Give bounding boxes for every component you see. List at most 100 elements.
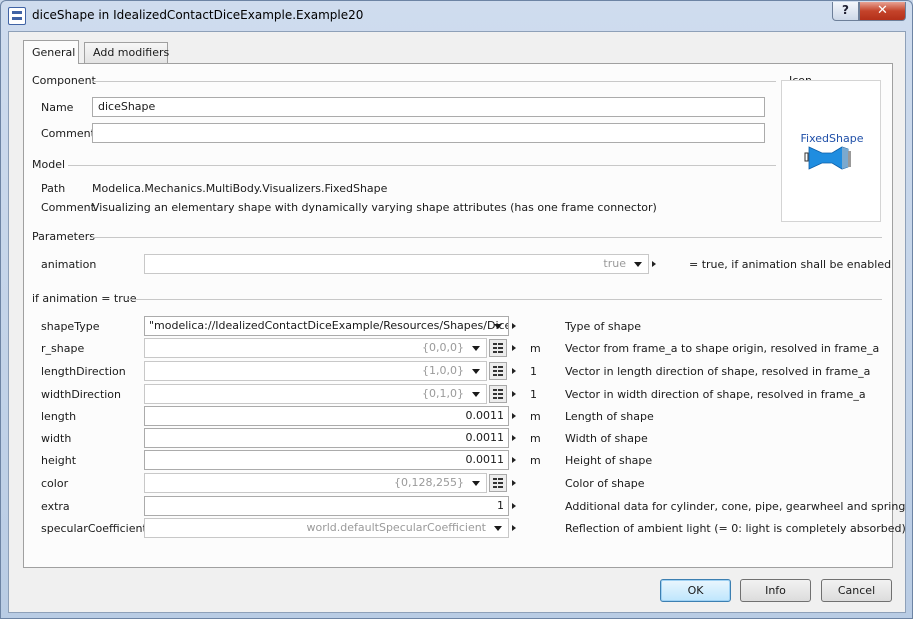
height-value: 0.0011 [465, 453, 505, 466]
param-desc-height: Height of shape [565, 454, 653, 467]
parameters-divider [92, 237, 882, 238]
chevron-down-icon [634, 262, 642, 267]
animation-group-divider [128, 299, 882, 300]
model-comment-value: Visualizing an elementary shape with dyn… [92, 201, 657, 214]
widthDirection-combo[interactable]: {0,1,0} [144, 384, 487, 404]
chevron-down-icon [472, 392, 480, 397]
comment-field[interactable] [92, 123, 765, 143]
param-name-r_shape: r_shape [41, 342, 85, 355]
param-desc-r_shape: Vector from frame_a to shape origin, res… [565, 342, 880, 355]
length-value: 0.0011 [465, 409, 505, 422]
lengthDirection-value: {1,0,0} [422, 364, 464, 377]
parameters-section-label: Parameters [32, 230, 95, 243]
icon-preview: FixedShape [781, 80, 881, 222]
animation-value: true [603, 257, 626, 270]
model-section-label: Model [32, 158, 66, 171]
param-desc-lengthDirection: Vector in length direction of shape, res… [565, 365, 871, 378]
name-label: Name [41, 101, 74, 114]
specularCoefficient-value: world.defaultSpecularCoefficient [306, 521, 486, 534]
color-combo[interactable]: {0,128,255} [144, 473, 487, 493]
specularCoefficient-menu-arrow-icon[interactable] [512, 525, 516, 531]
param-name-extra: extra [41, 500, 70, 513]
r_shape-menu-arrow-icon[interactable] [512, 345, 516, 351]
width-value: 0.0011 [465, 431, 505, 444]
shapeType-menu-arrow-icon[interactable] [512, 323, 516, 329]
param-name-width: width [41, 432, 72, 445]
param-desc-width: Width of shape [565, 432, 648, 445]
length-field[interactable]: 0.0011 [144, 406, 509, 426]
width-menu-arrow-icon[interactable] [512, 435, 516, 441]
ok-button[interactable]: OK [660, 579, 731, 602]
color-menu-arrow-icon[interactable] [512, 480, 516, 486]
param-desc-animation: = true, if animation shall be enabled [689, 258, 892, 271]
param-desc-widthDirection: Vector in width direction of shape, reso… [565, 388, 866, 401]
close-button[interactable]: ✕ [859, 2, 906, 21]
title-bar[interactable]: diceShape in IdealizedContactDiceExample… [1, 1, 912, 31]
lengthDirection-unit: 1 [530, 365, 537, 378]
info-button[interactable]: Info [740, 579, 811, 602]
chevron-down-icon [472, 481, 480, 486]
param-name-animation: animation [41, 258, 97, 271]
color-matrix-icon[interactable] [489, 474, 507, 492]
path-value: Modelica.Mechanics.MultiBody.Visualizers… [92, 182, 388, 195]
animation-combo[interactable]: true [144, 254, 649, 274]
dialog-window: diceShape in IdealizedContactDiceExample… [0, 0, 913, 619]
tab-general[interactable]: General [23, 40, 79, 64]
param-name-lengthDirection: lengthDirection [41, 365, 126, 378]
help-button[interactable]: ? [832, 2, 859, 21]
lengthDirection-menu-arrow-icon[interactable] [512, 368, 516, 374]
param-name-length: length [41, 410, 77, 423]
r_shape-matrix-icon[interactable] [489, 339, 507, 357]
extra-value: 1 [497, 499, 504, 512]
param-name-height: height [41, 454, 77, 467]
path-label: Path [41, 182, 66, 195]
app-icon [8, 7, 26, 25]
tab-add-modifiers[interactable]: Add modifiers [84, 42, 169, 63]
param-name-color: color [41, 477, 69, 490]
fixed-shape-icon [804, 146, 851, 170]
shapeType-combo[interactable]: "modelica://IdealizedContactDiceExample/… [144, 316, 509, 336]
shapeType-value: "modelica://IdealizedContactDiceExample/… [149, 319, 509, 332]
width-unit: m [530, 432, 541, 445]
color-value: {0,128,255} [394, 476, 464, 489]
r_shape-unit: m [530, 342, 541, 355]
model-comment-label: Comment [41, 201, 95, 214]
comment-label: Comment [41, 127, 95, 140]
animation-group-label: if animation = true [32, 292, 137, 305]
specularCoefficient-combo[interactable]: world.defaultSpecularCoefficient [144, 518, 509, 538]
animation-menu-arrow-icon[interactable] [652, 261, 656, 267]
lengthDirection-matrix-icon[interactable] [489, 362, 507, 380]
height-field[interactable]: 0.0011 [144, 450, 509, 470]
chevron-down-icon [494, 324, 502, 329]
widthDirection-value: {0,1,0} [422, 387, 464, 400]
param-name-shapeType: shapeType [41, 320, 100, 333]
lengthDirection-combo[interactable]: {1,0,0} [144, 361, 487, 381]
r_shape-combo[interactable]: {0,0,0} [144, 338, 487, 358]
widthDirection-unit: 1 [530, 388, 537, 401]
param-name-widthDirection: widthDirection [41, 388, 122, 401]
r_shape-value: {0,0,0} [422, 341, 464, 354]
name-field[interactable]: diceShape [92, 97, 765, 117]
dialog-client-area: General Add modifiers Component Name dic… [8, 31, 906, 613]
height-unit: m [530, 454, 541, 467]
chevron-down-icon [472, 346, 480, 351]
extra-field[interactable]: 1 [144, 496, 509, 516]
length-menu-arrow-icon[interactable] [512, 413, 516, 419]
param-desc-length: Length of shape [565, 410, 654, 423]
component-divider [92, 81, 776, 82]
widthDirection-matrix-icon[interactable] [489, 385, 507, 403]
param-desc-specularCoefficient: Reflection of ambient light (= 0: light … [565, 522, 906, 535]
width-field[interactable]: 0.0011 [144, 428, 509, 448]
height-menu-arrow-icon[interactable] [512, 457, 516, 463]
extra-menu-arrow-icon[interactable] [512, 503, 516, 509]
cancel-button[interactable]: Cancel [821, 579, 892, 602]
chevron-down-icon [472, 369, 480, 374]
window-title: diceShape in IdealizedContactDiceExample… [32, 8, 364, 22]
component-section-label: Component [32, 74, 96, 87]
param-desc-color: Color of shape [565, 477, 645, 490]
length-unit: m [530, 410, 541, 423]
param-desc-shapeType: Type of shape [565, 320, 642, 333]
param-name-specularCoefficient: specularCoefficient [41, 522, 147, 535]
model-divider [68, 165, 776, 166]
widthDirection-menu-arrow-icon[interactable] [512, 391, 516, 397]
